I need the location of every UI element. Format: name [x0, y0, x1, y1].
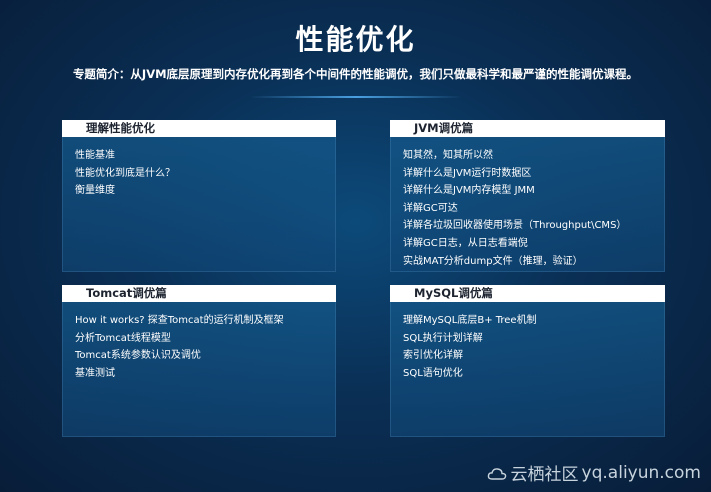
- watermark-domain: yq.aliyun.com: [581, 462, 701, 483]
- panel-jvm-tuning: JVM调优篇 知其然，知其所以然 详解什么是JVM运行时数据区 详解什么是JVM…: [390, 120, 665, 272]
- list-item: 详解GC可达: [403, 202, 458, 214]
- panel-list: 理解MySQL底层B+ Tree机制 SQL执行计划详解 索引优化详解 SQL语…: [403, 312, 537, 382]
- panel-list: How it works? 探查Tomcat的运行机制及框架 分析Tomcat线…: [75, 312, 284, 382]
- list-item: 详解GC日志，从日志看端倪: [403, 237, 528, 249]
- list-item: How it works? 探查Tomcat的运行机制及框架: [75, 315, 284, 326]
- list-item: 理解MySQL底层B+ Tree机制: [403, 315, 537, 326]
- intro-text: 专题简介：从JVM底层原理到内存优化再到各个中间件的性能调优，我们只做最科学和最…: [72, 67, 639, 81]
- panel-header: MySQL调优篇: [390, 285, 665, 302]
- list-item: SQL语句优化: [403, 367, 463, 379]
- list-item: SQL执行计划详解: [403, 332, 483, 344]
- list-item: 衡量维度: [75, 185, 115, 197]
- panel-header: 理解性能优化: [62, 120, 336, 137]
- panel-list: 性能基准 性能优化到底是什么？ 衡量维度: [75, 147, 175, 200]
- list-item: 实战MAT分析dump文件（推理，验证）: [403, 255, 583, 267]
- list-item: 详解各垃圾回收器使用场景（Throughput\CMS）: [403, 220, 627, 232]
- divider: [250, 96, 462, 98]
- list-item: 索引优化详解: [403, 350, 463, 362]
- list-item: 性能基准: [75, 150, 115, 161]
- watermark: 云栖社区 yq.aliyun.com: [487, 460, 701, 485]
- list-item: 详解什么是JVM内存模型 JMM: [403, 185, 535, 197]
- cloud-icon: [487, 466, 507, 480]
- list-item: 基准测试: [75, 367, 115, 379]
- panel-header: JVM调优篇: [390, 120, 665, 137]
- list-item: 性能优化到底是什么？: [75, 167, 175, 179]
- list-item: 详解什么是JVM运行时数据区: [403, 167, 532, 179]
- list-item: 知其然，知其所以然: [403, 150, 493, 161]
- panel-understanding-performance: 理解性能优化 性能基准 性能优化到底是什么？ 衡量维度: [62, 120, 336, 272]
- panel-header: Tomcat调优篇: [62, 285, 336, 302]
- panel-list: 知其然，知其所以然 详解什么是JVM运行时数据区 详解什么是JVM内存模型 JM…: [403, 147, 626, 270]
- panel-tomcat-tuning: Tomcat调优篇 How it works? 探查Tomcat的运行机制及框架…: [62, 285, 336, 437]
- page-title: 性能优化: [295, 23, 416, 56]
- list-item: 分析Tomcat线程模型: [75, 332, 171, 344]
- watermark-brand: 云栖社区: [510, 465, 579, 485]
- panel-mysql-tuning: MySQL调优篇 理解MySQL底层B+ Tree机制 SQL执行计划详解 索引…: [390, 285, 665, 437]
- list-item: Tomcat系统参数认识及调优: [75, 350, 201, 362]
